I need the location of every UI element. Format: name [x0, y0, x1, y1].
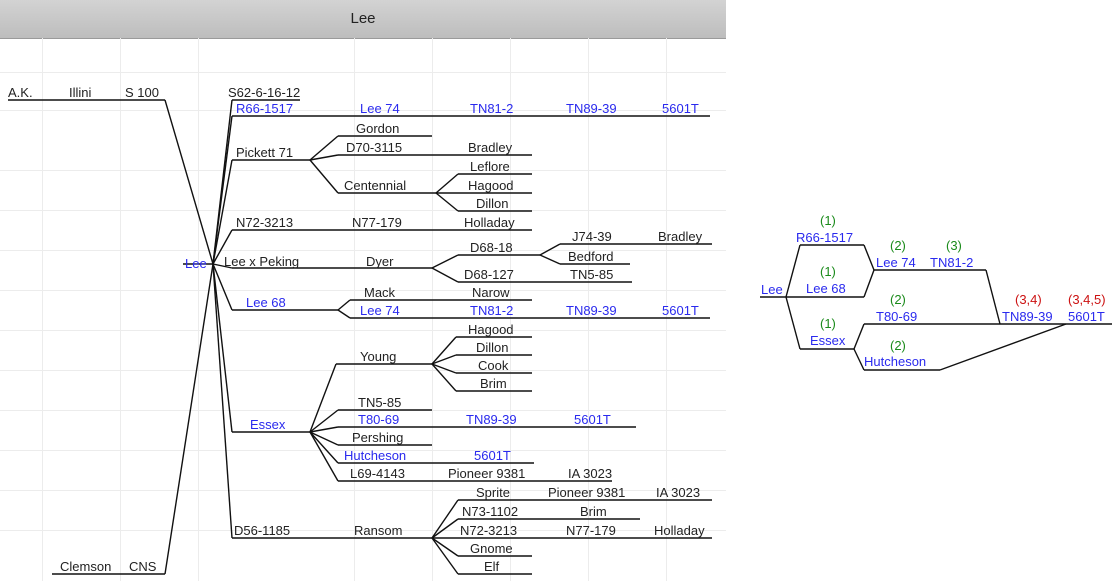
rtag-r66: (1): [820, 213, 836, 228]
rtag-tn89: (3,4): [1015, 292, 1042, 307]
rtag-5601t: (3,4,5): [1068, 292, 1106, 307]
rnode-t80-69[interactable]: T80-69: [876, 309, 917, 324]
rnode-essex[interactable]: Essex: [810, 333, 846, 348]
pedigree-tree-right-labels: Lee (1) R66-1517 (1) Lee 68 (2) Lee 74 (…: [761, 213, 1106, 369]
rnode-hutcheson[interactable]: Hutcheson: [864, 354, 926, 369]
rtag-t80: (2): [890, 292, 906, 307]
rnode-5601t[interactable]: 5601T: [1068, 309, 1105, 324]
rtag-lee74: (2): [890, 238, 906, 253]
rtag-lee68: (1): [820, 264, 836, 279]
rnode-lee74[interactable]: Lee 74: [876, 255, 916, 270]
rtag-hutcheson: (2): [890, 338, 906, 353]
rnode-lee68[interactable]: Lee 68: [806, 281, 846, 296]
rtag-essex: (1): [820, 316, 836, 331]
rnode-lee[interactable]: Lee: [761, 282, 783, 297]
rnode-tn81-2[interactable]: TN81-2: [930, 255, 973, 270]
rnode-r66-1517[interactable]: R66-1517: [796, 230, 853, 245]
rnode-tn89-39[interactable]: TN89-39: [1002, 309, 1053, 324]
rtag-tn81: (3): [946, 238, 962, 253]
